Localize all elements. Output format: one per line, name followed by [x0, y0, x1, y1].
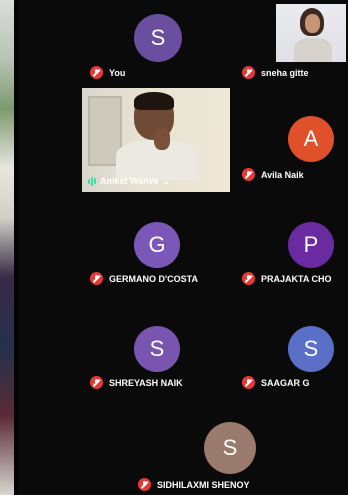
participant-label: SHREYASH NAIK — [90, 376, 183, 389]
mic-off-icon — [90, 272, 103, 285]
participant-tile-prajakta[interactable]: P PRAJAKTA CHO — [240, 212, 348, 292]
participant-name: SHREYASH NAIK — [109, 377, 183, 388]
background-photo-strip — [0, 0, 14, 495]
participant-name: PRAJAKTA CHO — [261, 273, 332, 284]
participant-tile-germano[interactable]: G GERMANO D'COSTA — [82, 212, 232, 292]
participant-label: PRAJAKTA CHO — [242, 272, 332, 285]
avatar-initial: G — [148, 232, 166, 257]
avatar-initial: S — [149, 336, 165, 361]
avatar-you: S — [134, 14, 182, 62]
mic-off-icon — [90, 376, 103, 389]
mic-off-icon — [242, 66, 255, 79]
participant-label: You — [90, 66, 125, 79]
video-feed: Aniket Wanve ⌄ — [82, 88, 230, 192]
participant-label: SAAGAR G — [242, 376, 310, 389]
video-feed — [276, 4, 346, 62]
participant-name: Avila Naik — [261, 169, 304, 180]
participant-label: Aniket Wanve ⌄ — [88, 176, 169, 186]
participant-name: sneha gitte — [261, 67, 309, 78]
participant-tile-saagar[interactable]: S SAAGAR G — [240, 320, 348, 400]
avatar-initial: S — [303, 336, 319, 361]
mic-off-icon — [242, 376, 255, 389]
participant-tile-aniket[interactable]: Aniket Wanve ⌄ — [82, 88, 232, 192]
participant-tile-you[interactable]: S You — [78, 0, 218, 90]
avatar-germano: G — [134, 222, 180, 268]
participant-tile-sneha[interactable]: sneha gitte — [240, 0, 348, 90]
mic-off-icon — [90, 66, 103, 79]
avatar-initial: S — [150, 25, 166, 50]
avatar-shreyash: S — [134, 326, 180, 372]
avatar-initial: S — [222, 435, 238, 460]
avatar-saagar: S — [288, 326, 334, 372]
participant-name: SAAGAR G — [261, 377, 310, 388]
avatar-initial: A — [303, 126, 319, 151]
participant-label: Avila Naik — [242, 168, 304, 181]
participant-tile-sidhilaxmi[interactable]: S SIDHILAXMI SHENOY — [128, 412, 298, 495]
participant-tile-avila[interactable]: A Avila Naik — [240, 100, 348, 190]
participant-name: Aniket Wanve — [100, 176, 159, 186]
chevron-down-icon[interactable]: ⌄ — [163, 177, 170, 186]
participant-name: GERMANO D'COSTA — [109, 273, 198, 284]
participant-grid: S You sneha gitte Aniket Wanve ⌄ A Avila… — [18, 0, 348, 495]
mic-off-icon — [242, 168, 255, 181]
avatar-initial: P — [303, 232, 319, 257]
avatar-sidhilaxmi: S — [204, 422, 256, 474]
mic-off-icon — [138, 478, 151, 491]
audio-level-icon — [88, 176, 96, 186]
participant-label: GERMANO D'COSTA — [90, 272, 198, 285]
participant-name: SIDHILAXMI SHENOY — [157, 479, 250, 490]
mic-off-icon — [242, 272, 255, 285]
participant-label: sneha gitte — [242, 66, 309, 79]
video-person — [276, 4, 346, 62]
participant-label: SIDHILAXMI SHENOY — [138, 478, 250, 491]
avatar-prajakta: P — [288, 222, 334, 268]
participant-name: You — [109, 67, 126, 78]
avatar-avila: A — [288, 116, 334, 162]
participant-tile-shreyash[interactable]: S SHREYASH NAIK — [82, 320, 232, 400]
